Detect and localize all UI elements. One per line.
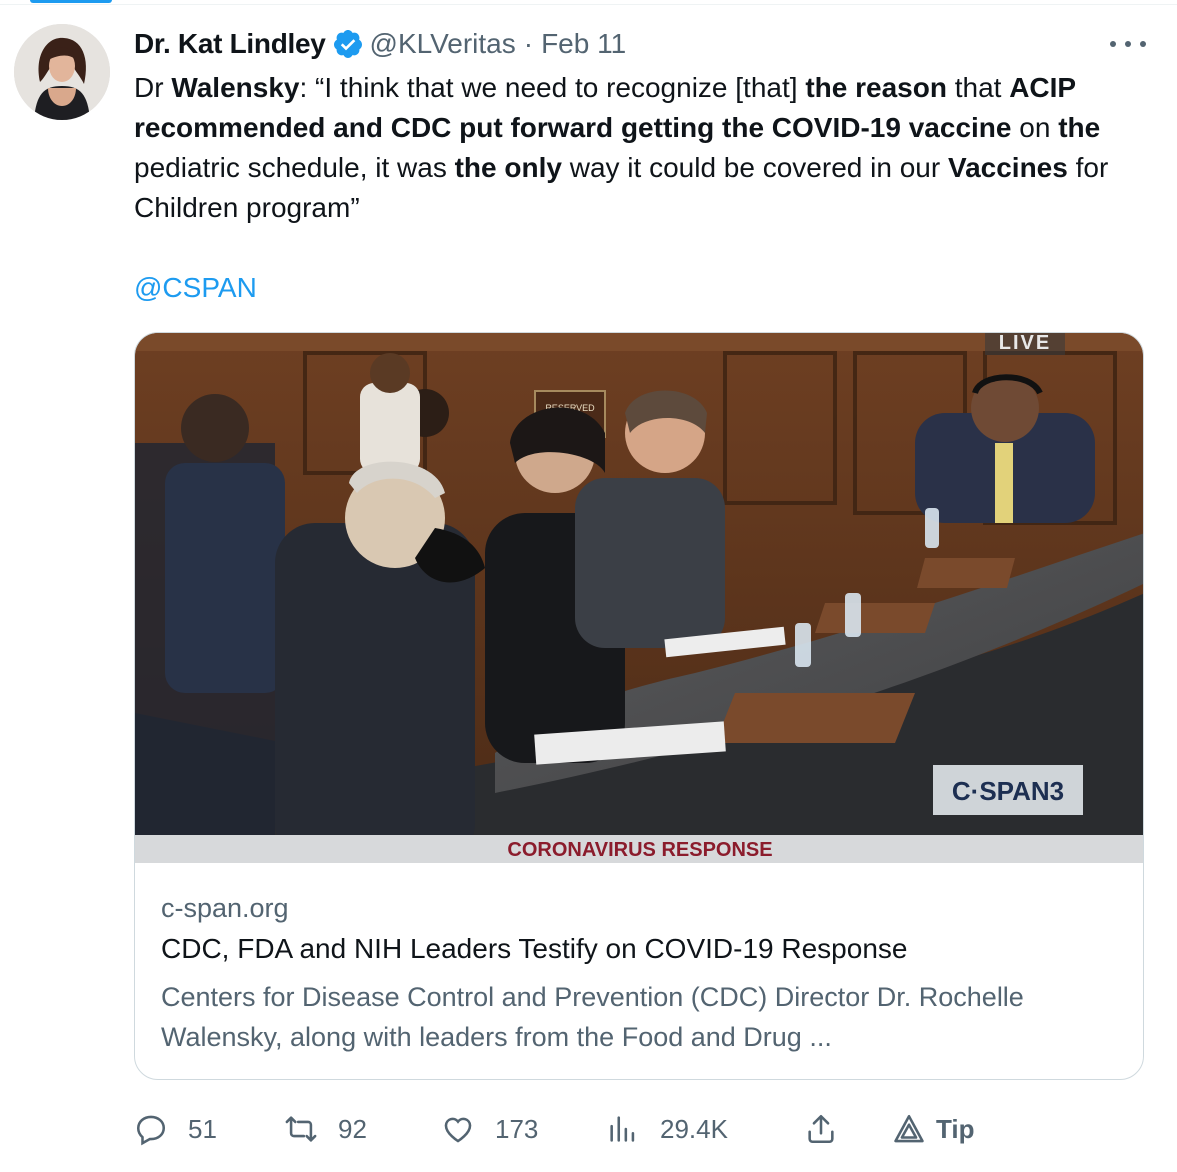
author-name[interactable]: Dr. Kat Lindley [134,28,326,60]
active-tab-indicator [30,0,112,3]
tip-label: Tip [936,1113,975,1144]
reply-icon [136,1115,166,1146]
like-icon [444,1117,472,1143]
tweet-text-segment: on [1011,112,1059,143]
separator: · [523,28,534,59]
lower-third-caption: Coronavirus Response [507,839,772,861]
cspan-logo: C·SPAN3 [952,776,1064,806]
card-description: Centers for Disease Control and Preventi… [161,982,1024,1052]
tweet-text-bold: the [1058,112,1101,143]
more-options-icon[interactable] [1110,30,1146,58]
author-handle[interactable]: @KLVeritas [370,28,516,60]
views-button[interactable]: 29.4K [606,1106,728,1152]
retweet-button[interactable]: 92 [284,1106,367,1152]
like-button[interactable]: 173 [441,1106,538,1152]
mention-link[interactable]: @CSPAN [134,268,257,308]
tweet-text-bold: Vaccines [947,152,1068,183]
card-media[interactable]: RESERVED LIVE C·SPAN3 CORONAVIRUS RESPON… [135,333,1143,863]
action-bar: 51 92 173 29.4K Tip [134,1106,994,1152]
card-title[interactable]: CDC, FDA and NIH Leaders Testify on COVI… [161,933,907,965]
tweet-text-bold: the reason [805,72,947,103]
tweet-date[interactable]: Feb 11 [541,28,626,60]
tweet-text-segment: pediatric schedule, it was [134,152,455,183]
views-icon [610,1116,635,1142]
tip-button[interactable]: Tip [892,1106,975,1152]
tip-icon [894,1114,924,1143]
tweet-text-bold: the only [454,152,562,183]
tweet-text-segment: : “I think that we need to recognize [th… [299,72,806,103]
like-count: 173 [495,1113,539,1144]
tweet-text-segment: way it could be covered in our [561,152,948,183]
tweet-text-segment: that [946,72,1010,103]
share-button[interactable] [804,1106,838,1152]
view-count: 29.4K [660,1113,728,1144]
live-label: LIVE [999,333,1051,354]
tweet-text: Dr Walensky: “I think that we need to re… [134,68,1134,228]
avatar[interactable] [14,24,110,120]
reply-button[interactable]: 51 [134,1106,217,1152]
tweet-text-segment: Dr [134,72,172,103]
share-icon [808,1114,834,1144]
tweet-text-bold: Walensky [171,72,300,103]
retweet-count: 92 [338,1113,367,1144]
divider [0,4,1177,5]
top-tab-strip [0,0,1177,5]
reply-count: 51 [188,1113,217,1144]
link-card[interactable]: RESERVED LIVE C·SPAN3 CORONAVIRUS RESPON… [134,332,1144,1080]
retweet-icon [285,1116,317,1142]
verified-badge-icon [332,28,364,60]
tweet-header: Dr. Kat Lindley @KLVeritas · Feb 11 [134,26,626,62]
card-domain: c-span.org [161,893,289,923]
